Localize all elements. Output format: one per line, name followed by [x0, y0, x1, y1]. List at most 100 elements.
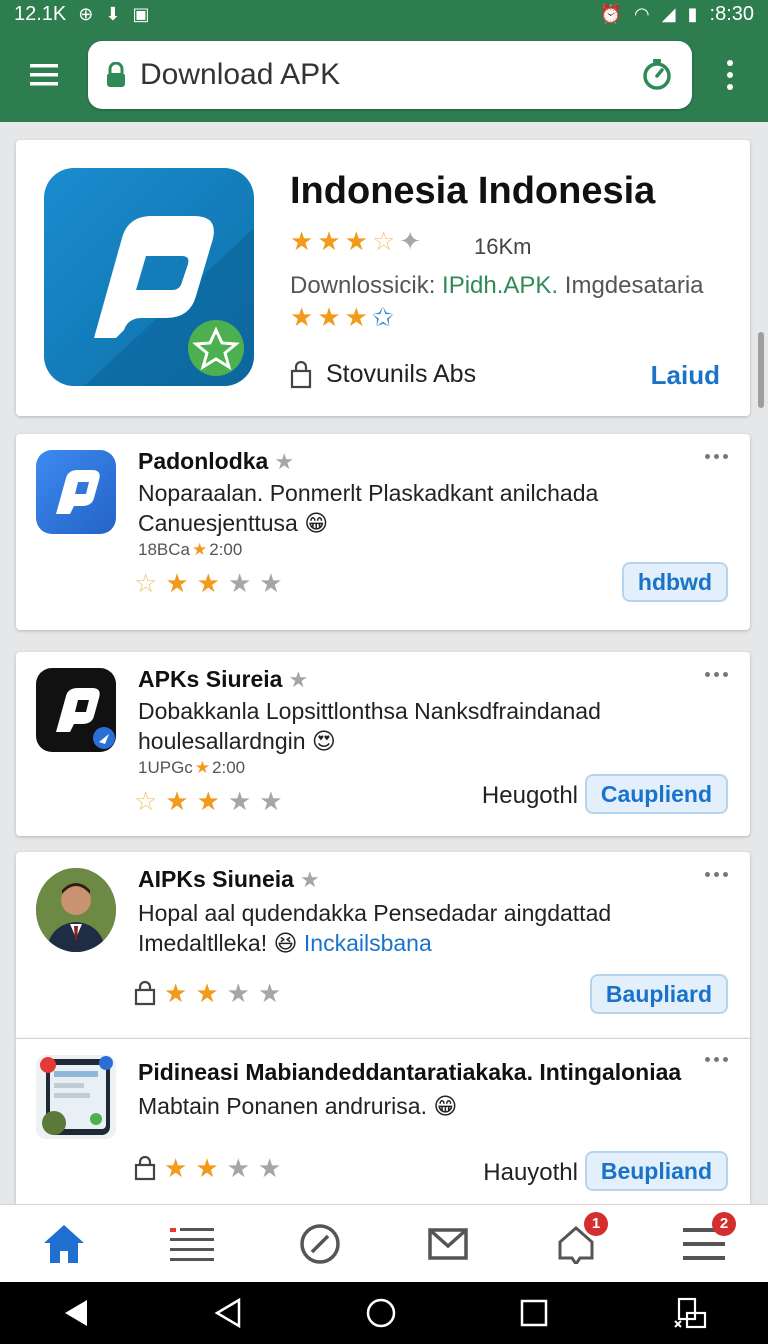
app-description-line: Hopal aal qudendakka Pensedadar aingdatt…	[138, 900, 612, 926]
app-title[interactable]: Padonlodka ★	[138, 448, 294, 475]
bag-icon	[134, 980, 156, 1006]
app-description-line: Canuesjenttusa	[138, 510, 298, 536]
back-icon[interactable]	[213, 1298, 243, 1328]
menu-stack-icon[interactable]: 2	[674, 1211, 736, 1274]
refresh-icon[interactable]	[640, 58, 674, 92]
featured-app-title[interactable]: Indonesia Indonesia	[290, 170, 655, 213]
app-description-line: houlesallardngin	[138, 728, 306, 754]
overflow-menu-icon[interactable]	[692, 28, 768, 122]
app-title-text: Padonlodka	[138, 448, 269, 474]
item-more-icon[interactable]	[705, 672, 728, 677]
empty-star-icon: ★	[226, 978, 250, 1008]
app-title[interactable]: AIPKs Siuneia ★	[138, 866, 320, 893]
wifi-icon: ◠	[634, 4, 650, 24]
back-filled-icon[interactable]	[61, 1298, 91, 1328]
item-action-button[interactable]: Baupliard	[589, 974, 728, 1014]
list-item[interactable]: APKs Siureia ★ Dobakkanla Lopsittlonthsa…	[16, 652, 750, 836]
app-description: Hopal aal qudendakka Pensedadar aingdatt…	[138, 898, 698, 958]
featured-action-link[interactable]: Laiud	[651, 360, 720, 391]
app-description-line: Noparaalan. Ponmerlt Plaskadkant anilcha…	[138, 480, 599, 506]
list-icon[interactable]	[162, 1214, 222, 1274]
list-item[interactable]: Pidineasi Mabiandeddantaratiakaka. Intin…	[16, 1038, 750, 1204]
avatar	[36, 868, 116, 952]
download-link[interactable]: IPidh.APK.	[442, 272, 558, 299]
app-description: Dobakkanla Lopsittlonthsa Nanksdfraindan…	[138, 696, 698, 756]
star-icon: ★	[164, 1153, 188, 1183]
app-description-line: Dobakkanla Lopsittlonthsa Nanksdfraindan…	[138, 698, 601, 724]
item-more-icon[interactable]	[705, 454, 728, 459]
media-icon: ▣	[132, 4, 150, 24]
download-icon: ⬇	[105, 4, 121, 24]
grin-emoji-icon: 😁	[433, 1093, 458, 1119]
app-rating: ☆ ★ ★ ★ ★	[134, 788, 283, 814]
alerts-icon[interactable]: 1	[546, 1211, 608, 1274]
item-more-icon[interactable]	[705, 1057, 728, 1062]
item-action-button[interactable]: Beupliand	[584, 1151, 728, 1191]
empty-star-icon: ★	[259, 786, 283, 816]
empty-star-icon: ★	[259, 568, 283, 598]
app-description: Noparaalan. Ponmerlt Plaskadkant anilcha…	[138, 478, 698, 538]
app-title[interactable]: Pidineasi Mabiandeddantaratiakaka. Intin…	[138, 1059, 681, 1086]
lock-icon	[107, 62, 125, 87]
bag-icon	[290, 360, 312, 388]
status-left: 12.1K ⊕ ⬇ ▣	[14, 3, 149, 26]
app-icon	[36, 450, 116, 534]
mail-icon[interactable]	[418, 1214, 478, 1274]
featured-footer: Stovunils Abs	[290, 360, 476, 389]
status-bar: 12.1K ⊕ ⬇ ▣ ⏰ ◠ ◢ ▮ :8:30	[0, 0, 768, 28]
app-title[interactable]: APKs Siureia ★	[138, 666, 308, 693]
star-icon: ★	[288, 666, 309, 692]
item-side-text: Hauyothl	[483, 1159, 578, 1186]
home-circle-icon[interactable]	[365, 1297, 397, 1329]
url-text[interactable]: Download APK	[140, 58, 626, 92]
featured-size: 16Km	[474, 234, 532, 259]
star-icon: ★	[290, 226, 314, 256]
alerts-badge: 1	[584, 1211, 608, 1236]
list-item[interactable]: Padonlodka ★ Noparaalan. Ponmerlt Plaska…	[16, 434, 750, 630]
featured-rating: ★ ★ ★ ☆ ✦	[290, 228, 421, 254]
system-navigation-bar	[0, 1282, 768, 1344]
hamburger-menu-icon[interactable]	[0, 28, 88, 122]
empty-star-icon: ✦	[399, 226, 422, 256]
scrollbar[interactable]	[758, 332, 764, 408]
featured-app-icon	[44, 168, 254, 386]
star-icon: ★	[317, 302, 341, 332]
empty-star-icon: ★	[257, 978, 282, 1008]
empty-star-icon: ★	[227, 568, 252, 598]
status-right: ⏰ ◠ ◢ ▮ :8:30	[600, 3, 754, 26]
star-icon: ★	[274, 448, 295, 474]
app-meta-time: 2:00	[212, 758, 246, 777]
app-description-line: Imedaltlleka!	[138, 930, 268, 956]
app-description: Mabtain Ponanen andrurisa. 😁	[138, 1091, 698, 1121]
bottom-navigation: 1 2	[0, 1204, 768, 1282]
empty-star-icon: ★	[257, 1153, 282, 1183]
description-link[interactable]: Inckailsbana	[304, 930, 432, 956]
bag-icon	[134, 1155, 156, 1181]
home-icon[interactable]	[34, 1214, 94, 1274]
featured-app-card[interactable]: Indonesia Indonesia ★ ★ ★ ☆ ✦ 16Km Downl…	[16, 140, 750, 416]
star-icon: ★	[344, 302, 368, 332]
app-rating: ★ ★ ★ ★	[134, 1155, 281, 1181]
signal-icon: ◢	[661, 4, 676, 24]
battery-icon: ▮	[687, 4, 698, 24]
star-icon: ★	[290, 302, 314, 332]
item-more-icon[interactable]	[705, 872, 728, 877]
app-list[interactable]: Indonesia Indonesia ★ ★ ★ ☆ ✦ 16Km Downl…	[0, 122, 768, 1204]
app-icon	[36, 668, 116, 752]
empty-star-icon: ★	[226, 1153, 250, 1183]
star-icon: ★	[164, 978, 188, 1008]
download-prefix: Downlossicik:	[290, 272, 443, 299]
app-meta: 1UPGc ★ 2:00	[138, 758, 245, 778]
app-rating: ☆ ★ ★ ★ ★	[134, 570, 283, 596]
screen-rotate-icon[interactable]	[671, 1295, 707, 1331]
list-item[interactable]: AIPKs Siuneia ★ Hopal aal qudendakka Pen…	[16, 852, 750, 1038]
item-action-button[interactable]: Caupliend	[584, 774, 728, 814]
item-action-button[interactable]: hdbwd	[621, 562, 728, 602]
app-title-text: APKs Siureia	[138, 666, 283, 692]
recents-icon[interactable]	[519, 1298, 549, 1328]
block-icon[interactable]	[290, 1214, 350, 1274]
featured-download-line: Downlossicik: IPidh.APK. Imgdesataria	[290, 272, 704, 300]
half-star-icon: ☆	[134, 568, 158, 598]
browser-toolbar: Download APK	[0, 28, 768, 122]
address-bar[interactable]: Download APK	[88, 41, 692, 109]
